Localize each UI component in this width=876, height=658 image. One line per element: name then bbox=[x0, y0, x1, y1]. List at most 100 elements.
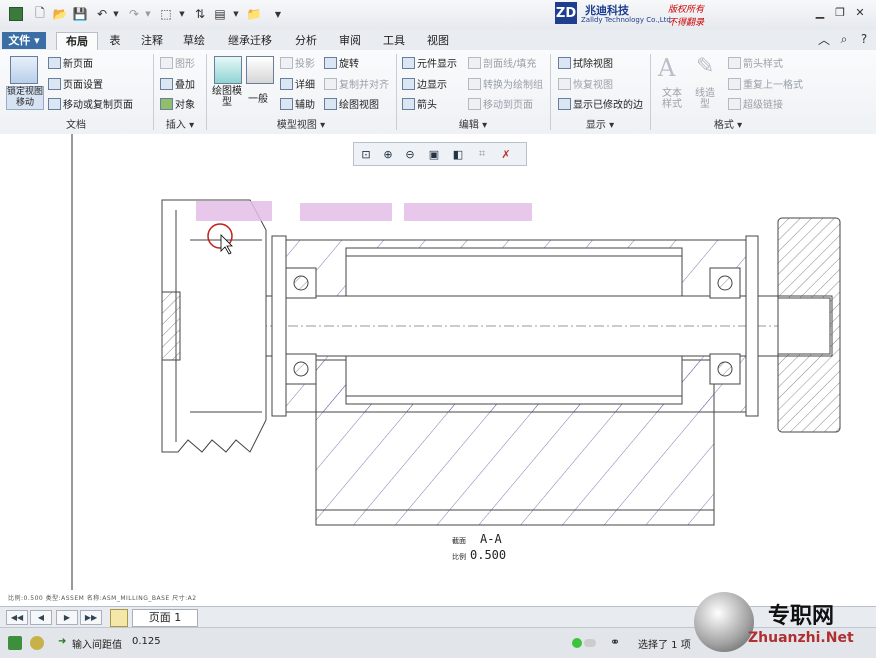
edge-display-icon bbox=[402, 78, 415, 90]
select-dropdown-icon[interactable]: ▼ bbox=[174, 6, 190, 22]
object-button[interactable]: 对象 bbox=[160, 96, 195, 111]
hyperlink-icon bbox=[728, 98, 741, 110]
new-file-icon[interactable]: 🗋 bbox=[32, 6, 48, 22]
tab-legacy-migration[interactable]: 继承迁移 bbox=[218, 32, 282, 49]
text-style-button[interactable]: 文本样式 bbox=[658, 88, 686, 110]
tab-annotate[interactable]: 注释 bbox=[134, 32, 170, 49]
move-copy-page-button[interactable]: 移动或复制页面 bbox=[48, 96, 133, 111]
erase-view-label: 拭除视图 bbox=[573, 59, 613, 70]
revolve-label: 旋转 bbox=[339, 59, 359, 70]
redacted-area bbox=[404, 203, 532, 221]
next-page-icon[interactable]: ▶ bbox=[56, 610, 78, 625]
customize-toolbar-icon[interactable]: ▼ bbox=[270, 6, 286, 22]
window-dropdown-icon[interactable]: ▼ bbox=[228, 6, 244, 22]
close-window-icon[interactable]: 📁 bbox=[246, 6, 262, 22]
logo-mark: ZD bbox=[555, 2, 577, 24]
group-label-display[interactable]: 显示 ▾ bbox=[550, 116, 650, 131]
tab-analysis[interactable]: 分析 bbox=[288, 32, 324, 49]
group-label-edit[interactable]: 编辑 ▾ bbox=[396, 116, 550, 131]
redo-dropdown-icon[interactable]: ▼ bbox=[140, 6, 156, 22]
line-style-button[interactable]: 线造型 bbox=[692, 88, 718, 110]
group-label-model-views[interactable]: 模型视图 ▾ bbox=[206, 116, 396, 131]
drawing-view-button[interactable]: 绘图视图 bbox=[324, 96, 379, 111]
help-icon[interactable]: ? bbox=[856, 31, 872, 47]
graphics-button[interactable]: 图形 bbox=[160, 55, 195, 70]
drawing-model-button[interactable]: 绘图模型 bbox=[210, 86, 244, 108]
collapse-ribbon-icon[interactable]: ︿ bbox=[816, 31, 832, 47]
auxiliary-icon bbox=[280, 98, 293, 110]
edge-display-button[interactable]: 边显示 bbox=[402, 76, 447, 91]
repaint-icon[interactable]: ▣ bbox=[426, 146, 442, 162]
select-box-icon[interactable]: ⬚ bbox=[158, 6, 174, 22]
watermark-site-cn: 专职网 bbox=[768, 603, 835, 629]
open-folder-icon[interactable]: 📂 bbox=[52, 6, 68, 22]
revolve-button[interactable]: 旋转 bbox=[324, 55, 359, 70]
tab-file[interactable]: 文件 ▾ bbox=[2, 32, 46, 49]
new-page-tab-icon[interactable] bbox=[110, 609, 128, 627]
lock-view-button[interactable]: 锁定视图移动 bbox=[6, 86, 44, 110]
previous-page-icon[interactable]: ◀ bbox=[30, 610, 52, 625]
tab-review[interactable]: 审阅 bbox=[332, 32, 368, 49]
search-icon[interactable]: ⌕ bbox=[836, 31, 852, 47]
restore-view-icon bbox=[558, 78, 571, 90]
arrow-style-button[interactable]: 箭头样式 bbox=[728, 55, 783, 70]
app-icon bbox=[8, 6, 24, 22]
first-page-icon[interactable]: ◀◀ bbox=[6, 610, 28, 625]
section-fill-button[interactable]: 剖面线/填充 bbox=[468, 55, 536, 70]
regenerate-icon[interactable]: ⇅ bbox=[192, 6, 208, 22]
element-display-button[interactable]: 元件显示 bbox=[402, 55, 457, 70]
drawing-canvas[interactable]: 截面 A-A 比例 0.500 bbox=[0, 134, 876, 606]
display-style-icon[interactable]: ◧ bbox=[450, 146, 466, 162]
datum-display-icon[interactable]: ⌗ bbox=[474, 146, 490, 162]
scale-value: 0.500 bbox=[470, 548, 507, 562]
model-tree-icon[interactable] bbox=[8, 636, 22, 650]
repeat-format-icon bbox=[728, 78, 741, 90]
annotation-display-icon[interactable]: ✗ bbox=[498, 146, 514, 162]
browser-icon[interactable] bbox=[30, 636, 44, 650]
undo-dropdown-icon[interactable]: ▼ bbox=[108, 6, 124, 22]
tab-table[interactable]: 表 bbox=[100, 32, 130, 49]
right-cap bbox=[745, 235, 759, 417]
group-label-document: 文档 bbox=[66, 120, 86, 131]
save-icon[interactable]: 💾 bbox=[72, 6, 88, 22]
convert-draw-group-button[interactable]: 转换为绘制组 bbox=[468, 76, 543, 91]
minimize-icon[interactable]: ▁ bbox=[812, 6, 828, 20]
page-setup-icon bbox=[48, 78, 61, 90]
new-page-button[interactable]: 新页面 bbox=[48, 55, 93, 70]
tab-layout[interactable]: 布局 bbox=[56, 32, 98, 50]
general-view-button[interactable]: 一般 bbox=[248, 90, 268, 105]
refit-icon[interactable]: ⊡ bbox=[358, 146, 374, 162]
group-label-format[interactable]: 格式 ▾ bbox=[650, 116, 806, 131]
line-style-icon: ✎ bbox=[696, 54, 715, 79]
tab-tools[interactable]: 工具 bbox=[376, 32, 412, 49]
arrow-button[interactable]: 箭头 bbox=[402, 96, 437, 111]
move-to-page-button[interactable]: 移动到页面 bbox=[468, 96, 533, 111]
arrow-style-label: 箭头样式 bbox=[743, 59, 783, 70]
overlay-icon bbox=[160, 78, 173, 90]
zoom-out-icon[interactable]: ⊖ bbox=[402, 146, 418, 162]
window-icon[interactable]: ▤ bbox=[212, 6, 228, 22]
binoculars-icon[interactable]: ⚭ bbox=[610, 635, 620, 649]
projection-button[interactable]: 投影 bbox=[280, 55, 315, 70]
hyperlink-button[interactable]: 超级链接 bbox=[728, 96, 783, 111]
section-fill-label: 剖面线/填充 bbox=[483, 59, 537, 70]
restore-view-button[interactable]: 恢复视图 bbox=[558, 76, 613, 91]
auxiliary-button[interactable]: 辅助 bbox=[280, 96, 315, 111]
close-icon[interactable]: ✕ bbox=[852, 6, 868, 20]
repeat-format-button[interactable]: 重复上一格式 bbox=[728, 76, 803, 91]
zoom-in-icon[interactable]: ⊕ bbox=[380, 146, 396, 162]
restore-icon[interactable]: ❐ bbox=[832, 6, 848, 20]
page-setup-button[interactable]: 页面设置 bbox=[48, 76, 103, 91]
restore-view-label: 恢复视图 bbox=[573, 80, 613, 91]
show-modified-edges-button[interactable]: 显示已修改的边 bbox=[558, 96, 643, 111]
last-page-icon[interactable]: ▶▶ bbox=[80, 610, 102, 625]
erase-view-button[interactable]: 拭除视图 bbox=[558, 55, 613, 70]
tab-view[interactable]: 视图 bbox=[420, 32, 456, 49]
tab-sketch[interactable]: 草绘 bbox=[176, 32, 212, 49]
copy-align-button[interactable]: 复制并对齐 bbox=[324, 76, 389, 91]
detailed-button[interactable]: 详细 bbox=[280, 76, 315, 91]
group-label-insert[interactable]: 插入 ▾ bbox=[154, 116, 206, 131]
company-name-en: Zalldy Technology Co.,Ltd bbox=[581, 16, 671, 24]
page-tab[interactable]: 页面 1 bbox=[132, 609, 198, 627]
overlay-button[interactable]: 叠加 bbox=[160, 76, 195, 91]
